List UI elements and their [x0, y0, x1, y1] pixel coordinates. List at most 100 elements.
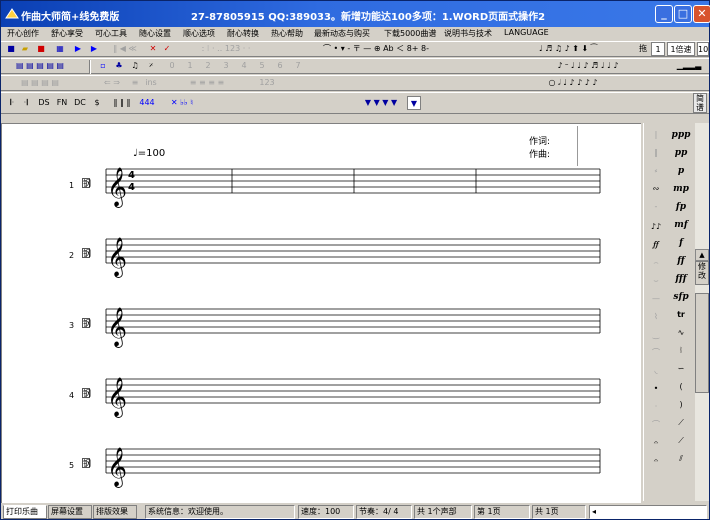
menu-item-convert[interactable]: 耐心转换 [227, 28, 259, 39]
num-button-3[interactable]: 3 [221, 59, 231, 73]
num-button-7[interactable]: 7 [293, 59, 303, 73]
palette-symbol[interactable]: ◟ [645, 363, 667, 379]
page-field[interactable]: 1 [651, 42, 665, 56]
palette-slash-icon[interactable]: ⟋ [670, 415, 692, 431]
repeat-end-icon[interactable]: 𝄇 [21, 96, 31, 110]
composer-label[interactable]: 作曲: [529, 147, 550, 160]
palette-symbol[interactable]: • [645, 381, 667, 397]
staff[interactable]: 𝄞 [105, 167, 601, 208]
instrument-icon[interactable]: 钢 [82, 248, 91, 258]
num-button-0[interactable]: 0 [167, 59, 177, 73]
palette-symbol[interactable]: · [645, 399, 667, 415]
tab-layout[interactable]: 排版效果 [93, 505, 137, 519]
layout-buttons-2[interactable]: ▤ ▤ ▤ ▤ [5, 76, 75, 90]
menu-item-language[interactable]: LANGUAGE [504, 28, 549, 37]
instrument-icon[interactable]: 钢 [82, 178, 91, 188]
score-canvas[interactable]: 𝄞 𝄞 𝄞 𝄞 𝄞 ♩=100 作词: 作曲: 1 钢 2 钢 3 钢 4 钢 5 钢 … [1, 123, 641, 503]
note-value-buttons[interactable]: ♩ ♬ ♫ ♪ ⬆ ⬇ ⁀ [513, 42, 623, 56]
palette-symbol[interactable]: ⌒ [645, 417, 667, 433]
transport-controls[interactable]: ‖ ◀ ≪ [105, 42, 145, 56]
menu-item-tools[interactable]: 可心工具 [95, 28, 127, 39]
notes-icon[interactable]: ♫ [129, 59, 141, 73]
dynamic-f[interactable]: f [670, 235, 692, 251]
vertical-scrollbar[interactable]: ▲ 修改 [695, 123, 709, 501]
lyricist-label[interactable]: 作词: [529, 134, 550, 147]
dynamic-pp[interactable]: pp [670, 145, 692, 161]
dynamic-ppp[interactable]: ppp [670, 127, 692, 143]
tab-screen-settings[interactable]: 屏幕设置 [48, 505, 92, 519]
check-icon[interactable]: ✓ [161, 42, 173, 56]
staff[interactable]: 𝄞 [105, 237, 601, 278]
instrument-icon[interactable]: 钢 [82, 458, 91, 468]
select-icon[interactable]: ▫ [97, 59, 109, 73]
articulation-buttons[interactable]: ⌒ • ▾ ‐ 〒 — ⊕ Ab ＜ 8+ 8- [301, 42, 451, 56]
palette-turn-icon[interactable]: ∾ [645, 181, 667, 197]
repeat-icon[interactable]: 𝄎 [145, 59, 157, 73]
menu-item-create[interactable]: 开心创作 [7, 28, 39, 39]
time-signature-top[interactable]: 4 [128, 170, 135, 181]
rest-value-buttons[interactable]: ♪ 𝄼 ♩ ♩ ♪ ♬ ♩ ♩ ♪ [513, 59, 663, 73]
palette-symbol[interactable]: ⌒ [645, 345, 667, 361]
modify-side-button[interactable]: 修改 [695, 261, 709, 285]
barline-buttons[interactable]: ‖ ‖ ‖ [107, 96, 137, 110]
note-length-buttons[interactable]: : ⁝ · ‥ 123 · · [181, 42, 271, 56]
menu-item-download[interactable]: 下载5000曲谱 [384, 28, 436, 39]
zoom-number-field[interactable]: 10 [697, 42, 709, 56]
repeat-start-icon[interactable]: 𝄆 [7, 96, 17, 110]
accidental-buttons[interactable]: ✕ ♭♭ ♮ [157, 96, 207, 110]
palette-slash-icon[interactable]: ⟋ [670, 433, 692, 449]
palette-symbol[interactable]: ‐ [645, 199, 667, 215]
menu-item-help[interactable]: 热心帮助 [271, 28, 303, 39]
palette-grace-icon[interactable]: 𝆑𝆑 [645, 237, 667, 253]
num-button-2[interactable]: 2 [203, 59, 213, 73]
palette-symbol[interactable]: ⌢ [645, 255, 667, 271]
palette-double-slash-icon[interactable]: ⫽ [670, 451, 692, 467]
dynamic-ff[interactable]: ff [670, 253, 692, 269]
metronome-icon[interactable]: ♣ [113, 59, 125, 73]
menu-item-news[interactable]: 最新动态与购买 [314, 28, 370, 39]
palette-symbol[interactable]: ‿ [645, 327, 667, 343]
palette-bracket-icon[interactable]: ( [670, 379, 692, 395]
palette-symbol[interactable]: ⌣ [645, 273, 667, 289]
save-icon[interactable]: ■ [5, 42, 17, 56]
delete-icon[interactable]: ✕ [147, 42, 159, 56]
align-icon[interactable]: ≡ [129, 76, 141, 90]
keyboard-icon[interactable]: ▦ [51, 42, 69, 56]
staff[interactable]: 𝄞 [105, 377, 601, 418]
menu-item-settings[interactable]: 随心设置 [139, 28, 171, 39]
palette-tremolo-icon[interactable]: ⦚ [670, 343, 692, 359]
scroll-up-arrow-icon[interactable]: ▲ [695, 249, 709, 261]
fn-button[interactable]: FN [55, 96, 69, 110]
play-from-icon[interactable]: ▶ [89, 42, 99, 56]
palette-symbol[interactable]: ⌇ [645, 309, 667, 325]
tempo-marking[interactable]: ♩=100 [133, 148, 165, 159]
menu-item-options[interactable]: 顺心选项 [183, 28, 215, 39]
minimize-button[interactable]: _ [655, 5, 673, 23]
maximize-button[interactable]: □ [674, 5, 692, 23]
tuplet-button[interactable]: 444 [139, 96, 155, 110]
dynamic-mf[interactable]: mf [670, 217, 692, 233]
close-button[interactable]: ✕ [693, 5, 710, 23]
open-icon[interactable]: ▰ [19, 42, 31, 56]
dynamic-fp[interactable]: fp [670, 199, 692, 215]
palette-note-icon[interactable]: ♪♪ [645, 219, 667, 235]
num-button-1[interactable]: 1 [185, 59, 195, 73]
horizontal-scrollbar[interactable]: ◂ [589, 505, 707, 519]
dotted-note-buttons[interactable]: ○ 𝅗𝅥 ♩ ♪ ♪ ♪ ♪ [513, 76, 633, 90]
jianpu-toggle-button[interactable]: 简谱 [693, 93, 707, 113]
tab-print[interactable]: 打印乐曲 [3, 505, 47, 519]
menu-item-manual[interactable]: 说明书与技术 [444, 28, 492, 39]
staff[interactable]: 𝄞 [105, 447, 601, 488]
stop-icon[interactable]: ■ [35, 42, 47, 56]
instrument-icon[interactable]: 钢 [82, 388, 91, 398]
dynamic-tr[interactable]: tr [670, 307, 692, 323]
palette-symbol[interactable]: ‖ [645, 145, 667, 161]
palette-fermata-icon[interactable]: 𝄐 [645, 453, 667, 469]
ds-button[interactable]: DS [37, 96, 51, 110]
dynamic-sfp[interactable]: sfp [670, 289, 692, 305]
zoom-field[interactable]: 1倍速 [667, 42, 695, 56]
segno-button[interactable]: $ [91, 96, 103, 110]
palette-fermata-icon[interactable]: 𝄐 [645, 435, 667, 451]
line-buttons[interactable]: ≡ ≡ ≡ ≡ [167, 76, 247, 90]
palette-bar[interactable]: | [645, 127, 667, 143]
